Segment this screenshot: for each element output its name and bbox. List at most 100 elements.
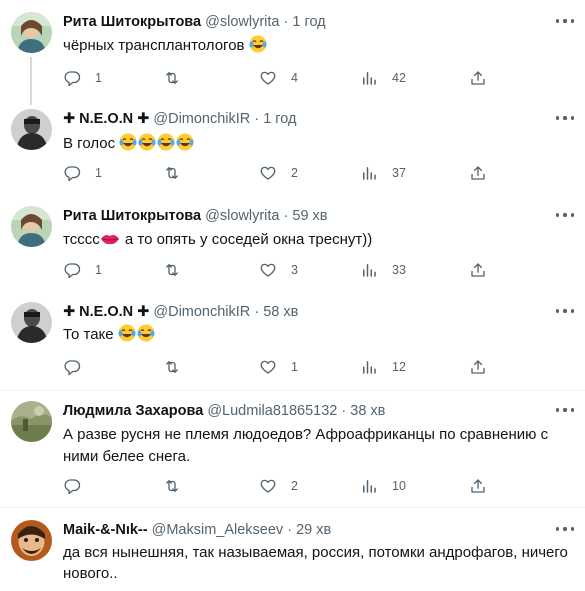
display-name[interactable]: Maik-&-Nık--	[63, 522, 148, 538]
tweet-actions: 1 2 37	[63, 163, 485, 183]
views-button[interactable]: 42	[360, 68, 406, 88]
reply-button[interactable]	[63, 357, 95, 377]
views-icon	[363, 72, 376, 85]
retweet-button[interactable]	[163, 68, 195, 88]
timestamp[interactable]: 1 год	[263, 111, 296, 127]
tweet-actions: 1 4 42	[63, 68, 485, 88]
avatar[interactable]	[11, 401, 52, 442]
tweet-text-content: А разве русня не племя людоедов? Афроафр…	[63, 426, 549, 465]
views-icon	[363, 264, 376, 277]
display-name[interactable]: ✚ N.E.O.N ✚	[63, 304, 149, 320]
share-icon	[471, 71, 485, 85]
user-handle[interactable]: @DimonchikIR	[153, 111, 250, 127]
timestamp[interactable]: 29 хв	[296, 522, 331, 538]
share-button[interactable]	[469, 68, 487, 88]
like-button[interactable]: 4	[259, 68, 298, 88]
share-button[interactable]	[469, 163, 487, 183]
more-icon[interactable]	[556, 304, 574, 318]
more-icon[interactable]	[556, 403, 574, 417]
views-button[interactable]: 12	[360, 357, 406, 377]
retweet-button[interactable]	[163, 260, 195, 280]
display-name[interactable]: Рита Шитокрытова	[63, 14, 201, 30]
share-button[interactable]	[469, 476, 487, 496]
like-button[interactable]: 3	[259, 260, 298, 280]
views-button[interactable]: 33	[360, 260, 406, 280]
tweet-header: Maik-&-Nık-- @Maksim_Alekseev · 29 хв	[63, 520, 331, 540]
share-button[interactable]	[469, 260, 487, 280]
share-button[interactable]	[469, 357, 487, 377]
tweet[interactable]: Рита Шитокрытова @slowlyrita · 1 год чёр…	[0, 12, 585, 105]
separator-dot: ·	[283, 208, 289, 224]
like-icon	[260, 71, 276, 85]
tweet-text-content: тсссс	[63, 231, 100, 248]
like-button[interactable]: 2	[259, 476, 298, 496]
views-count: 37	[392, 166, 406, 180]
reply-icon	[64, 71, 81, 87]
laugh-cry-emoji-icon	[137, 324, 155, 348]
tweet-header: Рита Шитокрытова @slowlyrita · 59 хв	[63, 206, 328, 226]
laugh-cry-emoji-icon	[176, 133, 194, 157]
display-name[interactable]: Людмила Захарова	[63, 403, 203, 419]
tweet-text-content: В голос	[63, 135, 116, 152]
views-button[interactable]: 10	[360, 476, 406, 496]
more-icon[interactable]	[556, 208, 574, 222]
more-icon[interactable]	[556, 111, 574, 125]
tweet[interactable]: Рита Шитокрытова @slowlyrita · 59 хв тсс…	[0, 206, 585, 294]
user-handle[interactable]: @slowlyrita	[205, 14, 279, 30]
reply-button[interactable]: 1	[63, 68, 102, 88]
timestamp[interactable]: 59 хв	[292, 208, 327, 224]
retweet-button[interactable]	[163, 357, 195, 377]
tweet-text-content: То таке	[63, 326, 114, 343]
avatar[interactable]	[11, 206, 52, 247]
avatar[interactable]	[11, 520, 52, 561]
tweet-header: ✚ N.E.O.N ✚ @DimonchikIR · 58 хв	[63, 302, 298, 322]
timestamp[interactable]: 58 хв	[263, 304, 298, 320]
retweet-icon	[166, 72, 178, 84]
like-count: 2	[291, 479, 298, 493]
user-handle[interactable]: @Ludmila81865132	[207, 403, 337, 419]
separator-dot: ·	[254, 304, 260, 320]
tweet-text: То таке	[63, 324, 573, 348]
retweet-icon	[166, 361, 178, 373]
reply-button[interactable]	[63, 476, 95, 496]
like-icon	[260, 166, 276, 180]
user-handle[interactable]: @slowlyrita	[205, 208, 279, 224]
avatar[interactable]	[11, 12, 52, 53]
views-icon	[363, 167, 376, 180]
user-handle[interactable]: @Maksim_Alekseev	[152, 522, 284, 538]
tweet-actions: 1 12	[63, 357, 485, 377]
timestamp[interactable]: 1 год	[292, 14, 325, 30]
display-name[interactable]: ✚ N.E.O.N ✚	[63, 111, 149, 127]
display-name[interactable]: Рита Шитокрытова	[63, 208, 201, 224]
tweet[interactable]: Maik-&-Nık-- @Maksim_Alekseev · 29 хв да…	[0, 520, 585, 591]
avatar[interactable]	[11, 109, 52, 150]
like-count: 3	[291, 263, 298, 277]
views-button[interactable]: 37	[360, 163, 406, 183]
laugh-cry-emoji-icon	[138, 133, 156, 157]
like-button[interactable]: 2	[259, 163, 298, 183]
tweet[interactable]: ✚ N.E.O.N ✚ @DimonchikIR · 1 год В голос…	[0, 109, 585, 197]
avatar[interactable]	[11, 302, 52, 343]
reply-button[interactable]: 1	[63, 260, 102, 280]
retweet-icon	[166, 480, 178, 492]
timestamp[interactable]: 38 хв	[350, 403, 385, 419]
retweet-button[interactable]	[163, 476, 195, 496]
retweet-button[interactable]	[163, 163, 195, 183]
user-handle[interactable]: @DimonchikIR	[153, 304, 250, 320]
like-icon	[260, 360, 276, 374]
tweet-text: да вся нынешняя, так называемая, россия,…	[63, 542, 573, 584]
tweet-header: ✚ N.E.O.N ✚ @DimonchikIR · 1 год	[63, 109, 296, 129]
laugh-cry-emoji-icon	[157, 133, 175, 157]
like-button[interactable]: 1	[259, 357, 298, 377]
reply-button[interactable]: 1	[63, 163, 102, 183]
tweet[interactable]: Людмила Захарова @Ludmila81865132 · 38 х…	[0, 401, 585, 505]
tweet-header: Людмила Захарова @Ludmila81865132 · 38 х…	[63, 401, 385, 421]
retweet-icon	[166, 264, 178, 276]
reply-icon	[64, 360, 81, 376]
more-icon[interactable]	[556, 14, 574, 28]
reply-icon	[64, 479, 81, 495]
tweet[interactable]: ✚ N.E.O.N ✚ @DimonchikIR · 58 хв То таке…	[0, 302, 585, 390]
reply-icon	[64, 166, 81, 182]
more-icon[interactable]	[556, 522, 574, 536]
separator-dot: ·	[254, 111, 260, 127]
